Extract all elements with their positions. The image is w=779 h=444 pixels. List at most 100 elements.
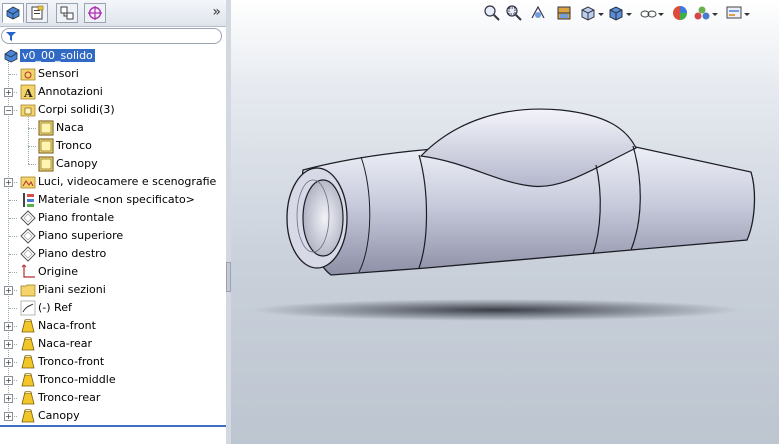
tree-item-label: Luci, videocamere e scenografie [38, 175, 217, 188]
loft-feature-icon [20, 408, 36, 424]
tree-branch-line [28, 128, 36, 129]
tree-branch-line [9, 200, 17, 201]
loft-feature-icon [20, 318, 36, 334]
tree-item[interactable]: Piano destro [0, 245, 227, 263]
model-shadow [251, 299, 741, 321]
expand-toggle-icon[interactable]: + [4, 322, 13, 331]
feature-manager-icon [6, 6, 20, 20]
tree-item[interactable]: + Tronco-rear [0, 389, 227, 407]
solid-body-icon [38, 156, 54, 172]
plane-icon [20, 246, 36, 262]
plane-icon [20, 210, 36, 226]
tree-child-guide-line [28, 115, 29, 164]
expand-panel-button[interactable]: » [212, 4, 221, 20]
tree-item-label: Piano frontale [38, 211, 115, 224]
configuration-manager-icon [60, 6, 74, 20]
expand-toggle-icon[interactable]: + [4, 358, 13, 367]
loft-feature-icon [20, 390, 36, 406]
expand-toggle-icon[interactable]: + [4, 178, 13, 187]
tree-item[interactable]: Origine [0, 263, 227, 281]
tree-item-label: Piano superiore [38, 229, 124, 242]
panel-bottom-divider [0, 425, 227, 427]
tree-item-label: Canopy [38, 409, 80, 422]
tree-item[interactable]: (-) Ref [0, 299, 227, 317]
tree-branch-line [9, 308, 17, 309]
solid-body-icon [38, 120, 54, 136]
expand-toggle-icon[interactable]: + [4, 394, 13, 403]
graphics-area[interactable] [231, 0, 779, 444]
tree-item-label: Tronco-rear [38, 391, 101, 404]
tree-item-label: Origine [38, 265, 79, 278]
annotations-icon: A [20, 84, 36, 100]
svg-text:A: A [23, 87, 33, 100]
loft-feature-icon [20, 336, 36, 352]
model-view[interactable] [231, 0, 779, 444]
tree-item[interactable]: Piano frontale [0, 209, 227, 227]
collapse-toggle-icon[interactable]: − [4, 106, 13, 115]
expand-toggle-icon[interactable]: + [4, 376, 13, 385]
tree-item-label: Naca-front [38, 319, 96, 332]
tree-branch-line [9, 254, 17, 255]
dimxpert-tab[interactable] [84, 3, 106, 23]
tree-root-label: v0_00_solido [20, 49, 95, 62]
loft-feature-icon [20, 372, 36, 388]
tree-branch-line [9, 272, 17, 273]
tree-item-label: Tronco-middle [38, 373, 116, 386]
lights-cameras-icon [20, 174, 36, 190]
solid-body-icon [38, 138, 54, 154]
feature-manager-panel: » v0_00_solido Sensori + A Annotazioni − Corpi… [0, 0, 228, 444]
tree-item[interactable]: + Naca-front [0, 317, 227, 335]
tree-child-item[interactable]: Naca [0, 119, 227, 137]
dimxpert-icon [88, 6, 102, 20]
tree-item[interactable]: + Naca-rear [0, 335, 227, 353]
property-manager-icon [31, 5, 44, 20]
expand-toggle-icon[interactable]: + [4, 412, 13, 421]
expand-toggle-icon[interactable]: + [4, 286, 13, 295]
tree-item[interactable]: − Corpi solidi(3) [0, 101, 227, 119]
loft-feature-icon [20, 354, 36, 370]
tree-item[interactable]: + Canopy [0, 407, 227, 425]
tree-item-label: Piano destro [38, 247, 107, 260]
tree-item[interactable]: Materiale <non specificato> [0, 191, 227, 209]
tree-item-label: Tronco-front [38, 355, 105, 368]
sensor-folder-icon [20, 66, 36, 82]
feature-filter-input[interactable] [1, 28, 222, 44]
tree-branch-line [28, 164, 36, 165]
tree-item-label: Corpi solidi(3) [38, 103, 115, 116]
tree-child-item[interactable]: Canopy [0, 155, 227, 173]
configuration-manager-tab[interactable] [56, 3, 78, 23]
feature-manager-tab[interactable] [2, 3, 24, 23]
material-icon [20, 192, 36, 208]
tree-item[interactable]: + Tronco-front [0, 353, 227, 371]
filter-icon [6, 32, 16, 41]
tree-item[interactable]: Sensori [0, 65, 227, 83]
property-manager-tab[interactable] [26, 3, 48, 23]
tree-item[interactable]: Piano superiore [0, 227, 227, 245]
panel-tab-bar: » [0, 0, 227, 27]
sketch-icon [20, 300, 36, 316]
tree-branch-line [28, 146, 36, 147]
tree-item-label: Canopy [56, 157, 98, 170]
tree-item[interactable]: + Tronco-middle [0, 371, 227, 389]
plane-icon [20, 228, 36, 244]
folder-icon [20, 282, 36, 298]
tree-item[interactable]: + A Annotazioni [0, 83, 227, 101]
tree-branch-line [9, 236, 17, 237]
tree-item-label: Annotazioni [38, 85, 103, 98]
tree-item-label: Tronco [56, 139, 92, 152]
tree-root[interactable]: v0_00_solido [0, 47, 227, 65]
expand-toggle-icon[interactable]: + [4, 88, 13, 97]
tree-item-label: Piani sezioni [38, 283, 106, 296]
tree-branch-line [9, 218, 17, 219]
tree-item[interactable]: + Piani sezioni [0, 281, 227, 299]
origin-icon [20, 264, 36, 280]
tree-item-label: Materiale <non specificato> [38, 193, 195, 206]
tree-item-label: Sensori [38, 67, 79, 80]
tree-item[interactable]: + Luci, videocamere e scenografie [0, 173, 227, 191]
tree-item-label: Naca [56, 121, 84, 134]
expand-toggle-icon[interactable]: + [4, 340, 13, 349]
part-icon [3, 48, 19, 64]
tree-branch-line [9, 74, 17, 75]
tree-item-label: (-) Ref [38, 301, 72, 314]
tree-child-item[interactable]: Tronco [0, 137, 227, 155]
